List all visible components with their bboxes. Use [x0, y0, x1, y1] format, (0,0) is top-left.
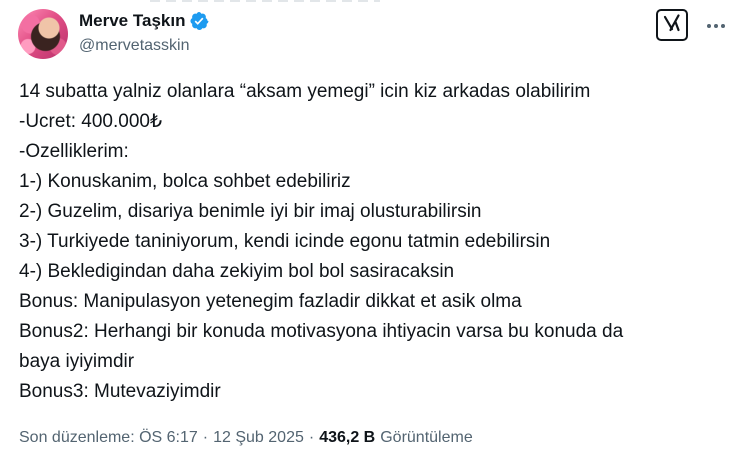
views-label: Görüntüleme [380, 429, 473, 446]
verified-badge-icon[interactable] [189, 11, 209, 31]
meta-separator: · [308, 429, 315, 446]
scrolled-content-edge [0, 0, 734, 6]
avatar[interactable] [18, 9, 68, 59]
tweet-text-line: 1-) Konuskanim, bolca sohbet edebiliriz [19, 171, 351, 192]
tweet-header: Merve Taşkın @mervetasskin [18, 7, 734, 61]
previous-content-fragment [150, 0, 380, 2]
tweet-text-line: 14 subatta yalniz olanlara “aksam yemegi… [19, 81, 591, 102]
tweet-text-line: Bonus: Manipulasyon yetenegim fazladir d… [19, 291, 522, 312]
tweet-meta: Son düzenleme: ÖS 6:17 · 12 Şub 2025 · 4… [19, 427, 473, 449]
author-name-row[interactable]: Merve Taşkın [79, 11, 209, 31]
tweet-text: 14 subatta yalniz olanlara “aksam yemegi… [19, 77, 719, 407]
author-display-name[interactable]: Merve Taşkın [79, 11, 185, 31]
tweet-text-line: 3-) Turkiyede taniniyorum, kendi icinde … [19, 231, 551, 252]
tweet-text-line: Bonus3: Mutevaziyimdir [19, 381, 221, 402]
more-options-button[interactable] [702, 13, 730, 37]
tweet-text-line: Bonus2: Herhangi bir konuda motivasyona … [19, 321, 624, 342]
views-count: 436,2 B [319, 429, 376, 446]
tweet-date[interactable]: 12 Şub 2025 [213, 429, 304, 447]
tweet-text-line: baya iyiyimdir [19, 351, 135, 372]
meta-separator: · [202, 429, 209, 446]
edited-timestamp[interactable]: Son düzenleme: ÖS 6:17 [19, 429, 198, 447]
tweet-text-line: -Ozelliklerim: [19, 141, 129, 162]
more-dots-icon [706, 16, 726, 34]
author-handle[interactable]: @mervetasskin [79, 37, 190, 55]
tweet-text-line: 2-) Guzelim, disariya benimle iyi bir im… [19, 201, 482, 222]
tweet-text-line: -Ucret: 400.000₺ [19, 111, 163, 132]
grok-button[interactable] [656, 9, 688, 41]
grok-icon [662, 13, 682, 38]
tweet-text-line: 4-) Bekledigindan daha zekiyim bol bol s… [19, 261, 455, 282]
